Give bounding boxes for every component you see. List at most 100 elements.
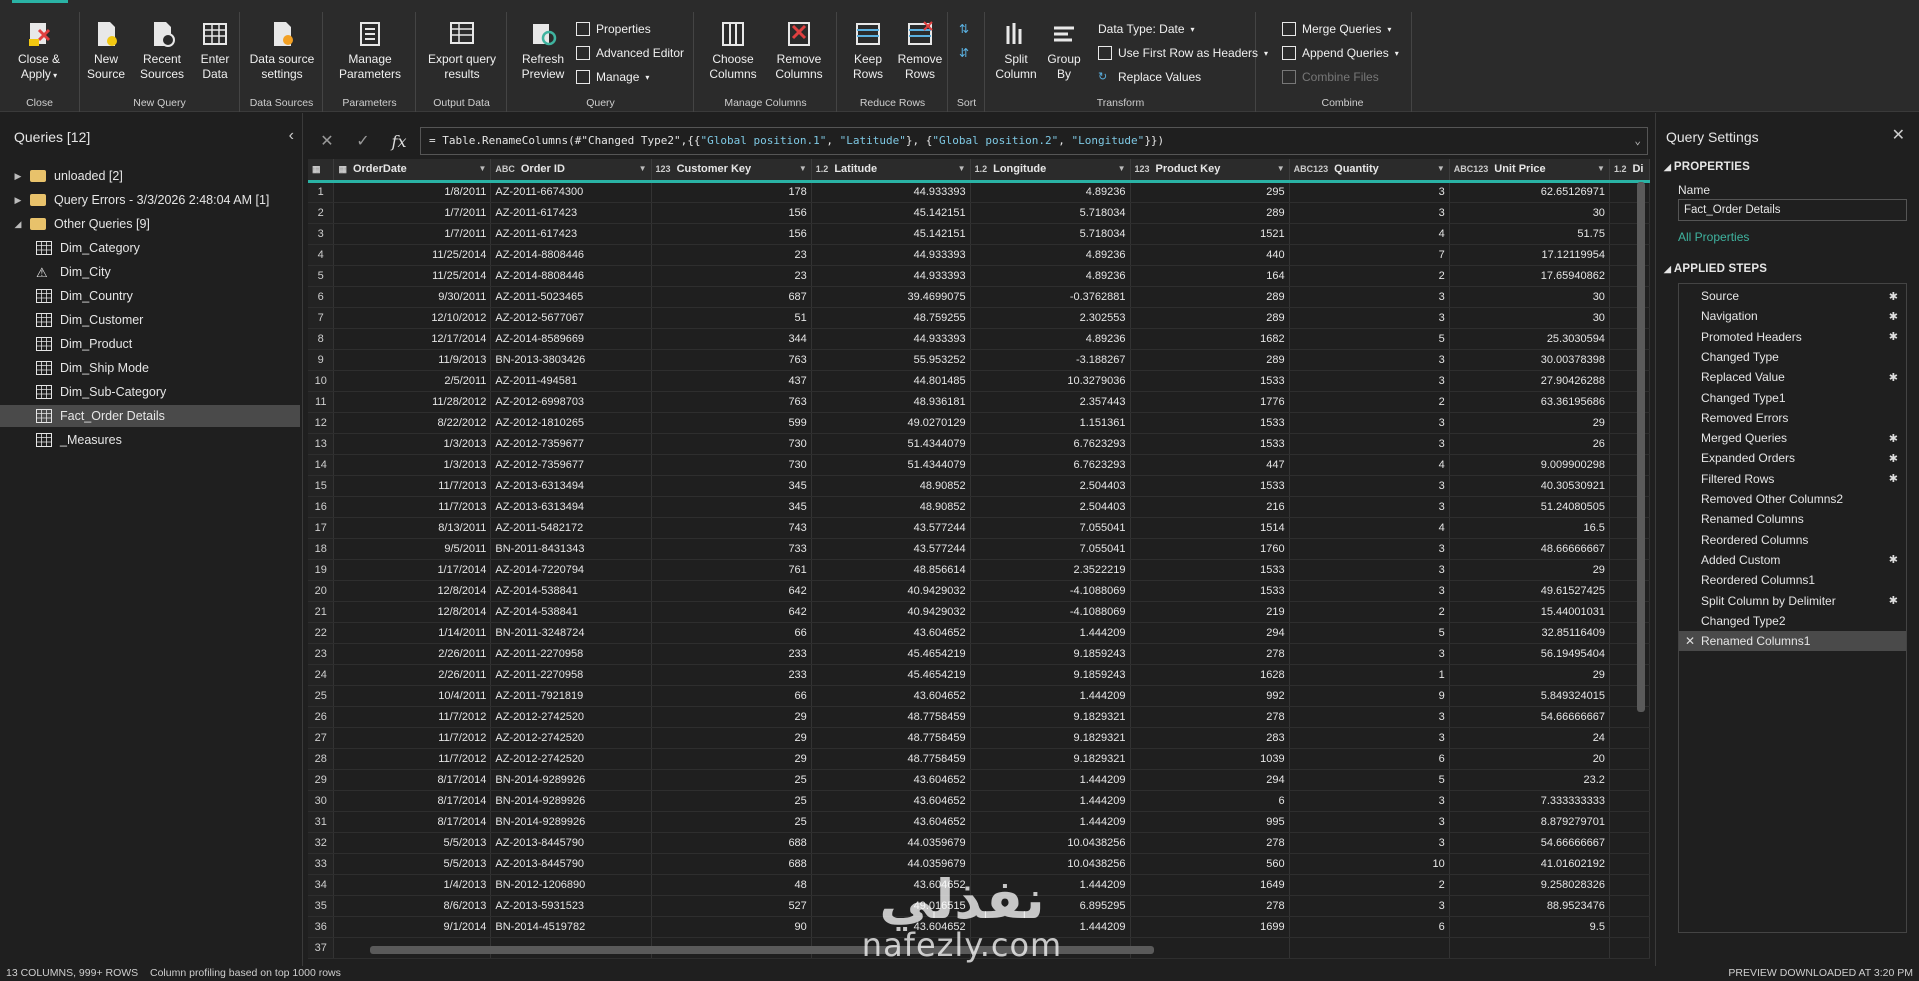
table-cell[interactable]: 1/14/2011 (333, 622, 492, 644)
step-settings-gear-icon[interactable]: ✱ (1889, 290, 1898, 303)
table-cell[interactable]: AZ-2011-494581 (490, 370, 652, 392)
table-cell[interactable]: 43.604652 (811, 685, 971, 707)
table-cell[interactable]: 743 (651, 517, 812, 539)
table-cell[interactable]: 447 (1130, 454, 1290, 476)
query-item[interactable]: Dim_Customer (0, 309, 300, 331)
table-cell[interactable]: BN-2013-3803426 (490, 349, 652, 371)
row-number[interactable]: 32 (308, 832, 335, 854)
table-cell[interactable]: 2.302553 (970, 307, 1131, 329)
table-cell[interactable]: 5.718034 (970, 223, 1131, 245)
row-number[interactable]: 3 (308, 223, 335, 245)
table-cell[interactable]: AZ-2014-8808446 (490, 244, 652, 266)
table-cell[interactable]: AZ-2012-1810265 (490, 412, 652, 434)
cancel-formula-icon[interactable]: ✕ (309, 127, 345, 155)
table-cell[interactable]: 43.604652 (811, 790, 971, 812)
table-cell[interactable]: 11/7/2012 (333, 706, 492, 728)
table-cell[interactable]: 9.1829321 (970, 748, 1131, 770)
applied-step[interactable]: Changed Type (1679, 347, 1906, 367)
table-cell[interactable]: AZ-2012-2742520 (490, 727, 652, 749)
query-item[interactable]: _Measures (0, 429, 300, 451)
table-cell[interactable]: 10/4/2011 (333, 685, 492, 707)
table-cell[interactable]: 56.19495404 (1449, 643, 1610, 665)
fx-icon[interactable]: fx (381, 127, 417, 155)
table-cell[interactable]: 4.89236 (970, 181, 1131, 203)
table-cell[interactable]: 289 (1130, 307, 1290, 329)
table-cell[interactable]: 8/17/2014 (333, 811, 492, 833)
table-cell[interactable]: 3 (1289, 790, 1450, 812)
query-item[interactable]: Dim_Ship Mode (0, 357, 300, 379)
table-cell[interactable]: 11/28/2012 (333, 391, 492, 413)
column-type-icon[interactable]: 123 (1135, 164, 1150, 174)
table-cell[interactable]: 51.4344079 (811, 433, 971, 455)
table-cell[interactable]: 9.1859243 (970, 664, 1131, 686)
query-item[interactable]: Dim_Sub-Category (0, 381, 300, 403)
table-cell[interactable]: 9.1859243 (970, 643, 1131, 665)
table-cell[interactable]: 763 (651, 391, 812, 413)
table-cell[interactable]: AZ-2011-6674300 (490, 181, 652, 203)
table-cell[interactable]: 4 (1289, 454, 1450, 476)
sort-descending-button[interactable]: ⇵ (959, 44, 969, 62)
table-cell[interactable]: 2.504403 (970, 496, 1131, 518)
column-filter-icon[interactable]: ▼ (478, 164, 486, 173)
row-number[interactable]: 24 (308, 664, 335, 686)
table-cell[interactable]: 233 (651, 643, 812, 665)
row-number[interactable]: 15 (308, 475, 335, 497)
table-cell[interactable]: 6 (1289, 916, 1450, 938)
table-cell[interactable]: 43.604652 (811, 622, 971, 644)
recent-sources-button[interactable]: Recent Sources (136, 20, 188, 82)
column-header[interactable]: 123 Product Key ▼ (1130, 159, 1290, 183)
column-filter-icon[interactable]: ▼ (1277, 164, 1285, 173)
table-cell[interactable]: 25 (651, 790, 812, 812)
table-cell[interactable]: 2/26/2011 (333, 664, 492, 686)
table-cell[interactable]: 8/17/2014 (333, 790, 492, 812)
table-cell[interactable]: 17.12119954 (1449, 244, 1610, 266)
table-cell[interactable]: 45.4654219 (811, 643, 971, 665)
column-filter-icon[interactable]: ▼ (958, 164, 966, 173)
table-cell[interactable]: 6.7623293 (970, 433, 1131, 455)
applied-step[interactable]: Removed Other Columns2 (1679, 489, 1906, 509)
table-cell[interactable]: 1.444209 (970, 769, 1131, 791)
table-cell[interactable]: 1.444209 (970, 874, 1131, 896)
row-number[interactable]: 11 (308, 391, 335, 413)
step-settings-gear-icon[interactable]: ✱ (1889, 310, 1898, 323)
table-cell[interactable]: 43.604652 (811, 874, 971, 896)
row-number[interactable]: 33 (308, 853, 335, 875)
table-cell[interactable]: 289 (1130, 286, 1290, 308)
table-cell[interactable]: -4.1088069 (970, 580, 1131, 602)
table-cell[interactable]: 30.00378398 (1449, 349, 1610, 371)
query-item[interactable]: ◢ Other Queries [9] (0, 213, 300, 235)
row-number[interactable]: 34 (308, 874, 335, 896)
table-cell[interactable]: 730 (651, 433, 812, 455)
table-cell[interactable]: 1533 (1130, 433, 1290, 455)
table-cell[interactable]: -3.188267 (970, 349, 1131, 371)
table-cell[interactable]: 26 (1449, 433, 1610, 455)
table-cell[interactable]: 11/9/2013 (333, 349, 492, 371)
column-type-icon[interactable]: ▦ (312, 164, 321, 174)
table-cell[interactable]: 39.4699075 (811, 286, 971, 308)
table-cell[interactable]: 278 (1130, 832, 1290, 854)
table-cell[interactable]: -4.1088069 (970, 601, 1131, 623)
table-cell[interactable]: 2 (1289, 391, 1450, 413)
column-header[interactable]: 1.2 Latitude ▼ (811, 159, 971, 183)
split-column-button[interactable]: Split Column (990, 20, 1042, 82)
column-filter-icon[interactable]: ▼ (639, 164, 647, 173)
table-cell[interactable]: 10.0438256 (970, 853, 1131, 875)
query-item[interactable]: ⚠ Dim_City (0, 261, 300, 283)
table-cell[interactable]: 1533 (1130, 475, 1290, 497)
refresh-preview-button[interactable]: Refresh Preview (514, 20, 572, 82)
table-cell[interactable]: 2/26/2011 (333, 643, 492, 665)
row-number[interactable]: 23 (308, 643, 335, 665)
table-cell[interactable]: 9/5/2011 (333, 538, 492, 560)
row-number[interactable]: 2 (308, 202, 335, 224)
expand-arrow-icon[interactable]: ▶ (12, 195, 24, 206)
table-cell[interactable]: 995 (1130, 811, 1290, 833)
table-cell[interactable]: 23.2 (1449, 769, 1610, 791)
table-cell[interactable]: 44.801485 (811, 370, 971, 392)
column-filter-icon[interactable]: ▼ (1118, 164, 1126, 173)
table-cell[interactable]: 3 (1289, 811, 1450, 833)
table-cell[interactable]: AZ-2012-7359677 (490, 454, 652, 476)
remove-columns-button[interactable]: Remove Columns (767, 20, 831, 82)
table-cell[interactable]: 2 (1289, 265, 1450, 287)
table-cell[interactable]: BN-2014-9289926 (490, 769, 652, 791)
table-cell[interactable]: 1628 (1130, 664, 1290, 686)
